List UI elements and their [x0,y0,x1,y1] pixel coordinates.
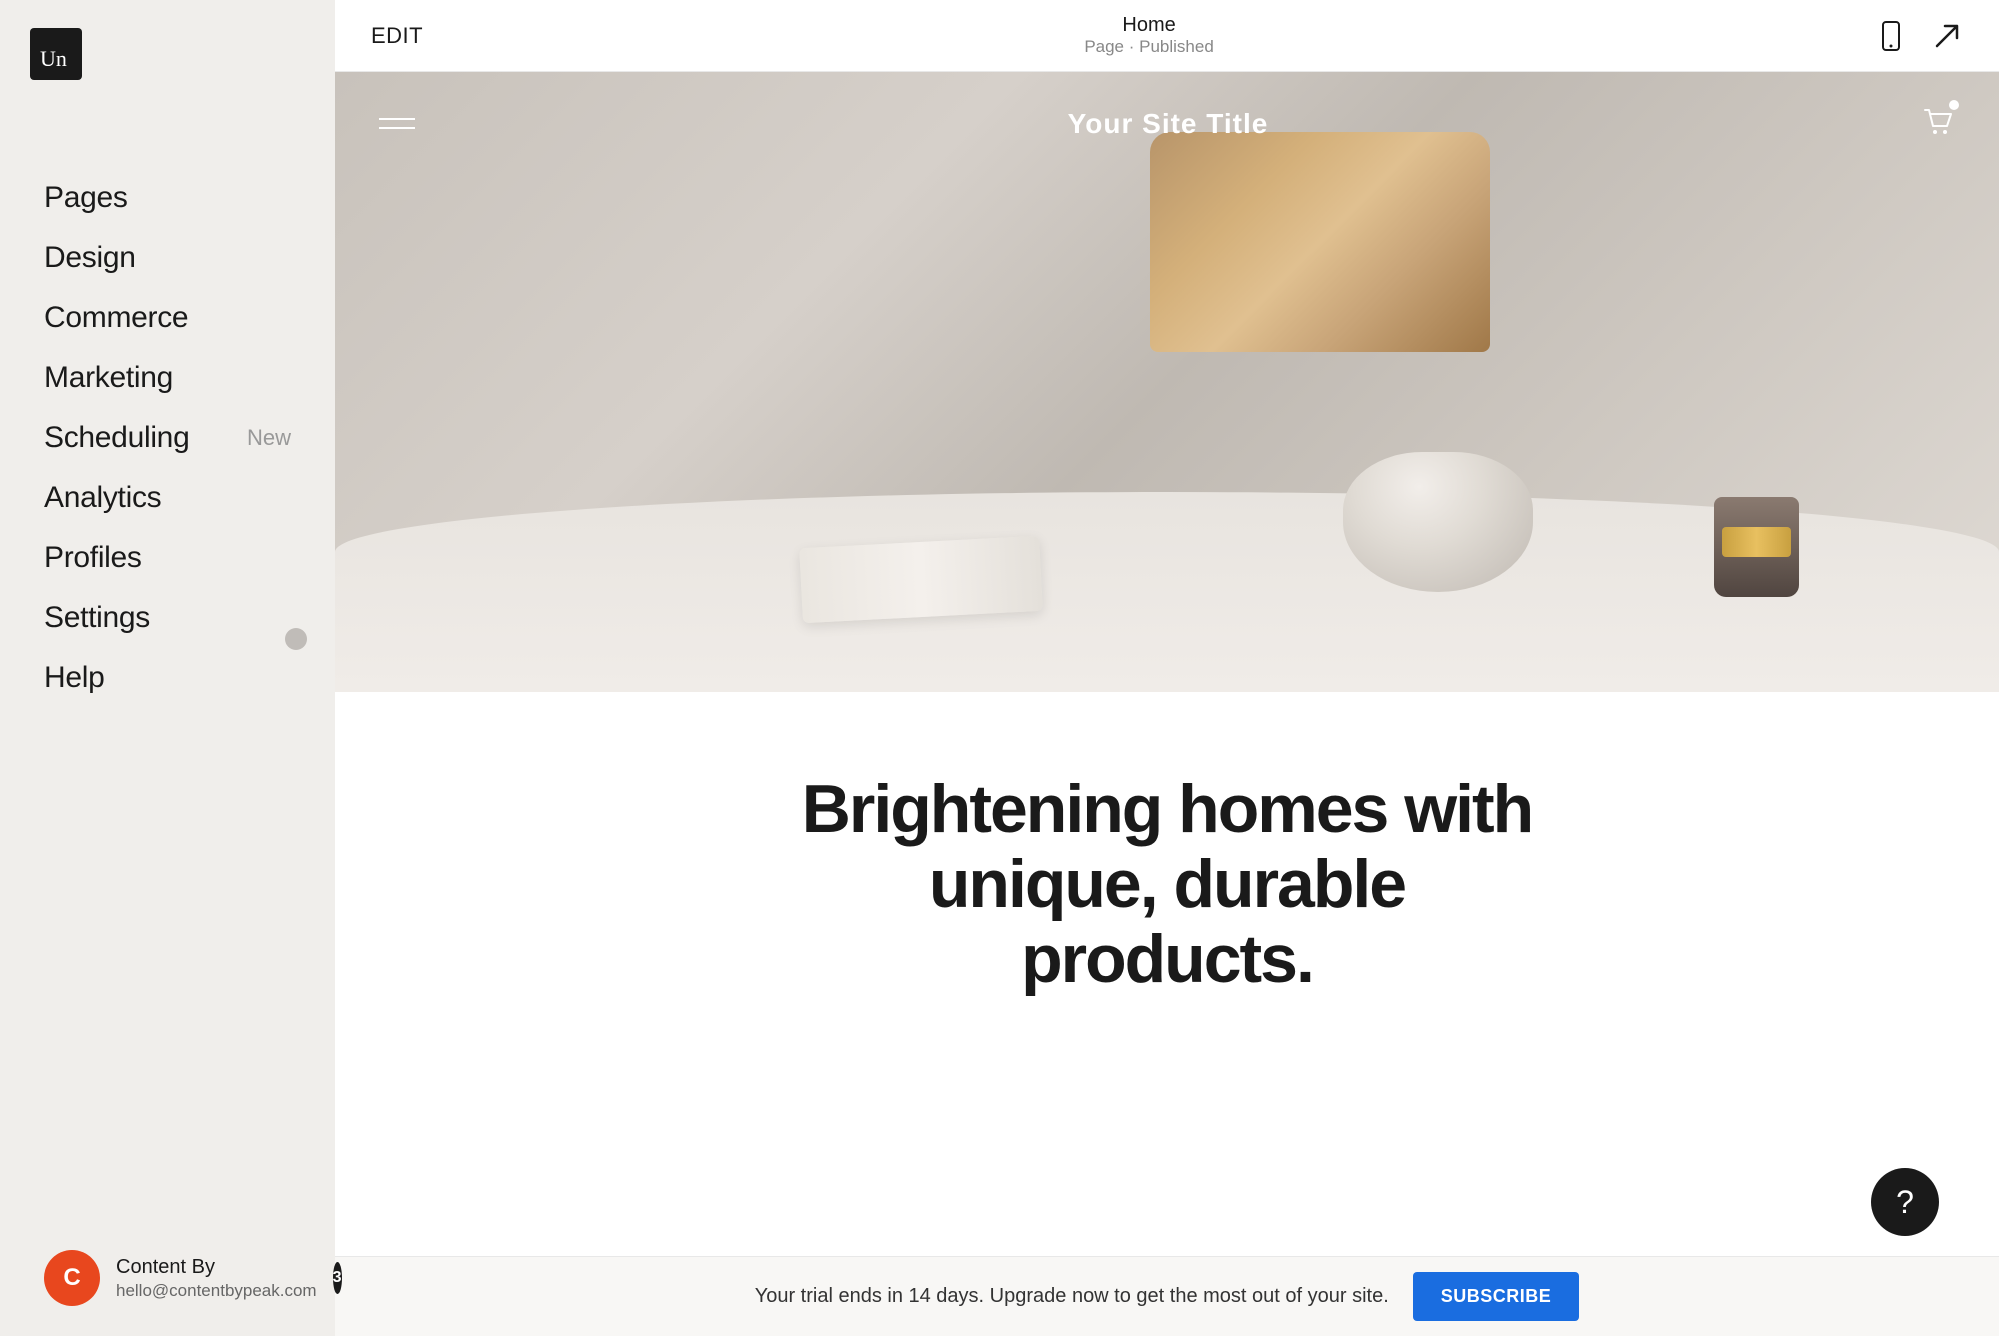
sidebar-item-label: Marketing [44,361,173,395]
user-name: Content By [116,1254,317,1280]
hero-section: Your Site Title [335,72,1999,692]
edit-button[interactable]: EDIT [371,23,423,49]
sidebar: Un Pages Design Commerce Marketing Sched… [0,0,335,1336]
user-info: Content By hello@contentbypeak.com [116,1254,317,1302]
sidebar-item-label: Help [44,661,105,695]
mobile-icon [1875,20,1907,52]
topbar-right [1875,20,1963,52]
cart-icon-wrapper [1921,104,1955,143]
sidebar-item-help[interactable]: Help [0,648,335,708]
subscribe-button[interactable]: SUBSCRIBE [1413,1272,1580,1321]
cup [1714,497,1799,597]
page-status: Page · Published [1084,37,1213,57]
svg-text:Un: Un [40,46,67,71]
sidebar-item-commerce[interactable]: Commerce [0,288,335,348]
indicator-dot [285,628,307,650]
sidebar-item-pages[interactable]: Pages [0,168,335,228]
preview-container[interactable]: Your Site Title Brightening h [335,72,1999,1256]
open-external-button[interactable] [1931,20,1963,52]
squarespace-logo: Un [30,28,82,80]
hamburger-line [379,127,415,129]
hamburger-line [379,118,415,120]
hero-headline: Brightening homes with unique, durable p… [777,772,1557,996]
website-preview: Your Site Title Brightening h [335,72,1999,1256]
trial-bar: Your trial ends in 14 days. Upgrade now … [335,1256,1999,1336]
sidebar-item-marketing[interactable]: Marketing [0,348,335,408]
sidebar-item-label: Scheduling [44,421,189,455]
cart-dot [1949,100,1959,110]
cart-icon [1921,104,1955,138]
main-content: EDIT Home Page · Published [335,0,1999,1336]
notification-badge[interactable]: 3 [333,1262,342,1294]
new-badge: New [247,425,291,451]
sidebar-item-label: Analytics [44,481,161,515]
external-link-icon [1931,20,1963,52]
site-nav-overlay: Your Site Title [335,72,1999,175]
sidebar-item-analytics[interactable]: Analytics [0,468,335,528]
topbar: EDIT Home Page · Published [335,0,1999,72]
sidebar-item-profiles[interactable]: Profiles [0,528,335,588]
user-email: hello@contentbypeak.com [116,1280,317,1302]
help-button[interactable]: ? [1871,1168,1939,1236]
sidebar-item-label: Commerce [44,301,188,335]
trial-message: Your trial ends in 14 days. Upgrade now … [755,1285,1389,1308]
main-nav: Pages Design Commerce Marketing Scheduli… [0,108,335,1220]
sidebar-item-design[interactable]: Design [0,228,335,288]
sidebar-item-scheduling[interactable]: Scheduling New [0,408,335,468]
sidebar-item-label: Design [44,241,136,275]
avatar: C [44,1250,100,1306]
hamburger-icon [379,118,415,129]
scroll-indicator [285,628,307,650]
towel [799,536,1043,623]
sidebar-item-label: Pages [44,181,128,215]
sidebar-item-label: Settings [44,601,150,635]
topbar-center: Home Page · Published [1084,13,1213,57]
user-profile-area[interactable]: C Content By hello@contentbypeak.com 3 [0,1220,335,1336]
mobile-preview-button[interactable] [1875,20,1907,52]
logo-area[interactable]: Un [0,0,335,108]
site-title: Your Site Title [1068,108,1269,140]
cup-band [1722,527,1791,557]
page-title: Home [1084,13,1213,37]
bowl [1343,452,1533,592]
topbar-left: EDIT [371,23,423,49]
website-content: Brightening homes with unique, durable p… [335,692,1999,1056]
sidebar-item-label: Profiles [44,541,142,575]
